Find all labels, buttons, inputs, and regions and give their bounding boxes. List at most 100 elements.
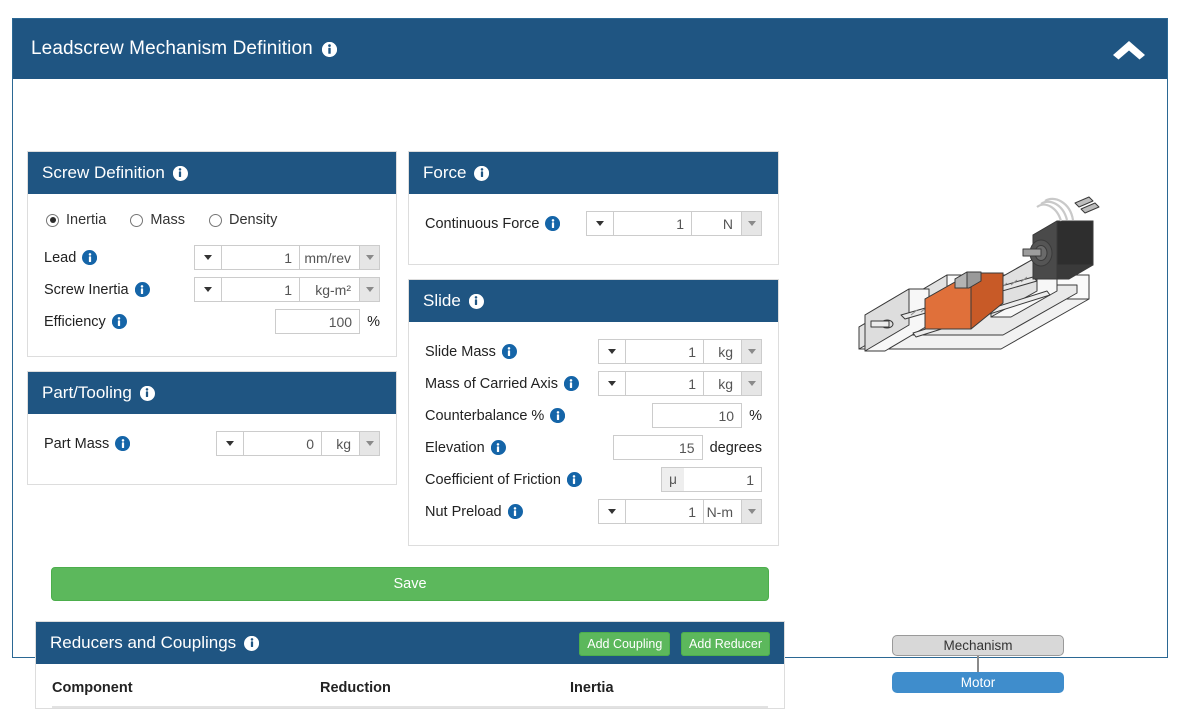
field-row-elevation: Elevation degrees: [425, 434, 762, 461]
info-icon[interactable]: [115, 436, 131, 451]
field-control-continuous-force: N: [586, 211, 762, 236]
card-header: Leadscrew Mechanism Definition: [13, 19, 1167, 79]
continuous-force-input[interactable]: [614, 211, 692, 236]
label-screw-inertia: Screw Inertia: [44, 281, 129, 298]
efficiency-input[interactable]: [275, 309, 361, 334]
radio-mass[interactable]: Mass: [130, 212, 185, 228]
chevron-down-icon: [741, 372, 761, 395]
card-body: Screw Definition Inertia Mass Density Le…: [13, 79, 1167, 709]
save-button[interactable]: Save: [51, 567, 769, 601]
table-header-row: Component Reduction Inertia: [36, 664, 784, 706]
panel-screw-definition: Screw Definition Inertia Mass Density Le…: [27, 151, 397, 357]
nut-preload-unit-select[interactable]: N-m: [704, 499, 762, 524]
panel-header-reducers: Reducers and Couplings Add Coupling Add …: [36, 622, 784, 664]
mass-of-carried-axis-picker-button[interactable]: [598, 371, 626, 396]
right-column: Force Continuous Force 1 N Slide Slide M…: [408, 151, 779, 560]
radio-dot-icon: [130, 213, 144, 227]
field-control-part-mass: kg: [216, 431, 380, 456]
screw-inertia-picker-button[interactable]: [194, 277, 222, 302]
info-icon[interactable]: [563, 376, 579, 391]
radio-inertia[interactable]: Inertia: [46, 212, 106, 228]
mass-of-carried-axis-input[interactable]: [626, 371, 704, 396]
label-nut-preload: Nut Preload: [425, 503, 502, 520]
info-icon[interactable]: [321, 41, 337, 57]
lead-unit-select[interactable]: mm/rev: [300, 245, 380, 270]
radio-density[interactable]: Density: [208, 212, 278, 228]
info-icon[interactable]: [111, 314, 127, 329]
app-root: Leadscrew Mechanism Definition Screw Def…: [0, 0, 1181, 709]
part-mass-picker-button[interactable]: [216, 431, 244, 456]
field-row-lead: Lead mm/rev: [44, 244, 380, 271]
continuous-force-unit-select[interactable]: N: [692, 211, 762, 236]
chevron-down-icon: [359, 246, 379, 269]
panel-force: Force Continuous Force 1 N: [408, 151, 779, 265]
elevation-input[interactable]: [612, 435, 703, 460]
info-icon[interactable]: [172, 165, 188, 181]
column-header-component: Component: [52, 680, 133, 696]
column-header-reduction: Reduction: [320, 680, 391, 696]
coefficient-of-friction-input[interactable]: [684, 467, 762, 492]
panel-body-screw-definition: Inertia Mass Density Lead 1 mm/rev Screw…: [28, 194, 396, 356]
panel-title-screw-definition: Screw Definition: [42, 163, 165, 182]
info-icon[interactable]: [82, 250, 98, 265]
info-icon[interactable]: [134, 282, 150, 297]
collapse-chevron-up-icon[interactable]: [1109, 34, 1149, 64]
info-icon[interactable]: [244, 635, 260, 651]
panel-header-force: Force: [409, 152, 778, 194]
label-counterbalance: Counterbalance %: [425, 407, 545, 424]
panel-title-reducers: Reducers and Couplings: [50, 633, 237, 652]
radio-label-density: Density: [228, 212, 278, 228]
info-icon[interactable]: [550, 408, 566, 423]
part-mass-input[interactable]: [244, 431, 322, 456]
nut-preload-picker-button[interactable]: [598, 499, 626, 524]
panel-reducers-and-couplings: Reducers and Couplings Add Coupling Add …: [35, 621, 785, 709]
reducers-table: Component Reduction Inertia: [36, 664, 784, 708]
field-row-efficiency: Efficiency %: [44, 308, 380, 335]
label-elevation: Elevation: [425, 439, 485, 456]
info-icon[interactable]: [545, 216, 561, 231]
lead-picker-button[interactable]: [194, 245, 222, 270]
field-label-group: Nut Preload: [425, 504, 523, 520]
continuous-force-unit-label: N: [722, 215, 733, 232]
tree-connector: [977, 656, 979, 672]
field-control-lead: mm/rev: [194, 245, 380, 270]
info-icon[interactable]: [468, 293, 484, 309]
panel-title-part-tooling: Part/Tooling: [42, 383, 132, 402]
mass-of-carried-axis-unit-select[interactable]: kg: [704, 371, 762, 396]
info-icon[interactable]: [507, 504, 523, 519]
field-control-slide-mass: kg: [598, 339, 762, 364]
part-mass-unit-select[interactable]: kg: [322, 431, 380, 456]
field-control-screw-inertia: kg-m²: [194, 277, 380, 302]
screw-inertia-input[interactable]: [222, 277, 300, 302]
field-label-group: Efficiency: [44, 314, 127, 330]
chevron-down-icon: [359, 432, 379, 455]
info-icon[interactable]: [501, 344, 517, 359]
tree-node-motor[interactable]: Motor: [892, 672, 1064, 693]
field-row-coefficient-of-friction: Coefficient of Friction μ: [425, 466, 762, 493]
add-coupling-button[interactable]: Add Coupling: [579, 632, 671, 656]
continuous-force-picker-button[interactable]: [586, 211, 614, 236]
part-mass-unit-label: kg: [336, 435, 351, 452]
field-row-part-mass: Part Mass kg: [44, 430, 380, 457]
slide-mass-unit-select[interactable]: kg: [704, 339, 762, 364]
info-icon[interactable]: [139, 385, 155, 401]
label-lead: Lead: [44, 249, 77, 266]
counterbalance-suffix: %: [749, 407, 762, 424]
nut-preload-input[interactable]: [626, 499, 704, 524]
info-icon[interactable]: [490, 440, 506, 455]
slide-mass-picker-button[interactable]: [598, 339, 626, 364]
leadscrew-mechanism-card: Leadscrew Mechanism Definition Screw Def…: [12, 18, 1168, 709]
chevron-down-icon: [359, 278, 379, 301]
lead-input[interactable]: [222, 245, 300, 270]
label-coefficient-of-friction: Coefficient of Friction: [425, 471, 561, 488]
label-efficiency: Efficiency: [44, 313, 106, 330]
add-reducer-button[interactable]: Add Reducer: [681, 632, 770, 656]
slide-mass-input[interactable]: [626, 339, 704, 364]
counterbalance-input[interactable]: [652, 403, 743, 428]
field-control-coefficient-of-friction: μ: [661, 467, 762, 492]
info-icon[interactable]: [566, 472, 582, 487]
label-mass-of-carried-axis: Mass of Carried Axis: [425, 375, 558, 392]
info-icon[interactable]: [474, 165, 490, 181]
screw-inertia-unit-select[interactable]: kg-m²: [300, 277, 380, 302]
radio-label-mass: Mass: [150, 212, 185, 228]
